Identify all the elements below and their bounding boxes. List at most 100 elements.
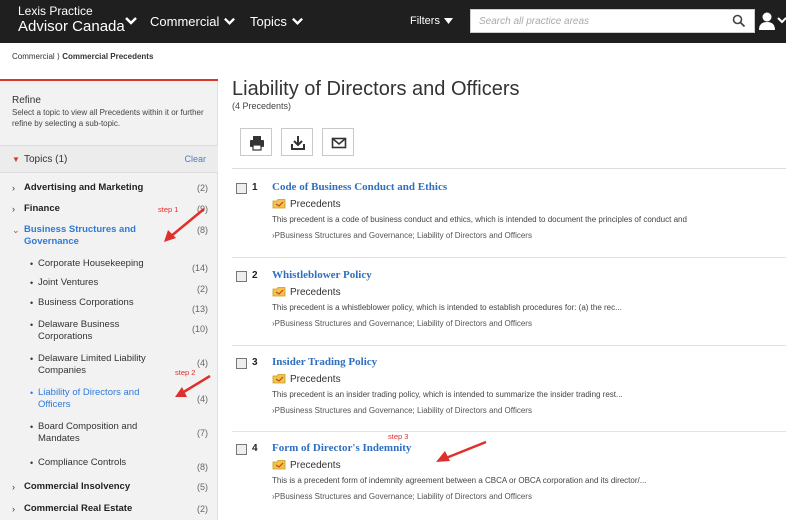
nav-topics-label: Topics [250,14,287,29]
topic-count: (2) [197,504,208,514]
subtopic-count: (8) [197,462,208,472]
step-3-annotation: step 3 [388,432,409,441]
filters-label: Filters [410,15,440,27]
result-type-label: Precedents [290,374,341,385]
precedent-count: (4 Precedents) [232,101,292,111]
result-title-link[interactable]: Whistleblower Policy [272,269,372,281]
result-type: Precedents [272,374,341,385]
brand-line-1: Lexis Practice [18,4,93,18]
search-placeholder: Search all practice areas [479,16,590,27]
nav-topics-menu[interactable]: Topics [250,14,304,29]
nav-commercial-label: Commercial [150,14,220,29]
chevron-right-icon: › [12,183,15,193]
bullet-icon: • [30,278,34,288]
bullet-icon: • [30,259,34,269]
topics-label: Topics (1) [24,154,68,165]
result-type: Precedents [272,460,341,471]
result-checkbox[interactable] [236,444,247,455]
page-title: Liability of Directors and Officers [232,78,520,100]
result-type: Precedents [272,287,341,298]
brand-chevron-down-icon[interactable] [124,14,138,28]
subtopic-label: Delaware Limited Liability Companies [38,353,146,376]
subtopic-count: (2) [197,284,208,294]
result-description: This precedent is an insider trading pol… [272,390,623,399]
result-type-label: Precedents [290,460,341,471]
step-3-arrow-icon [436,440,487,462]
precedent-icon [272,374,286,384]
result-title-link[interactable]: Form of Director's Indemnity [272,442,411,454]
result-checkbox[interactable] [236,271,247,282]
result-type-label: Precedents [290,199,341,210]
refine-description: Select a topic to view all Precedents wi… [12,108,204,128]
brand-logo[interactable]: Lexis Practice Advisor Canada [18,4,125,34]
filters-dropdown[interactable]: Filters [400,9,468,33]
subtopic-count: (14) [191,263,208,273]
topics-header[interactable]: ▼ Topics (1) Clear [0,145,218,173]
refine-title: Refine [12,95,41,106]
print-button[interactable] [240,128,272,156]
subtopic-label: Corporate Housekeeping [38,258,144,269]
result-checkbox[interactable] [236,358,247,369]
step-2-arrow-icon [175,374,211,397]
result-topic-path: ›PBusiness Structures and Governance; Li… [272,319,532,328]
topic-label: Advertising and Marketing [24,182,144,193]
brand-line-2: Advisor Canada [18,18,125,35]
clear-topics-link[interactable]: Clear [184,154,206,164]
nav-commercial-menu[interactable]: Commercial [150,14,236,29]
subtopic-label: Liability of Directors and Officers [38,387,140,410]
refine-sidebar: Refine Select a topic to view all Preced… [0,81,218,520]
download-icon [291,136,305,150]
result-title-link[interactable]: Code of Business Conduct and Ethics [272,181,447,193]
caret-down-icon [443,17,453,24]
breadcrumb-current: Commercial Precedents [62,52,154,61]
precedent-icon [272,287,286,297]
step-1-arrow-icon [164,208,205,242]
print-icon [250,136,264,151]
bullet-icon: • [30,388,34,398]
divider [232,345,786,346]
topic-label: Commercial Real Estate [24,503,133,514]
bullet-icon: • [30,354,34,364]
email-button[interactable] [322,128,354,156]
top-navigation-bar: Lexis Practice Advisor Canada Commercial… [0,0,786,43]
collapse-caret-icon[interactable]: ▼ [12,155,20,164]
topic-count: (2) [197,183,208,193]
breadcrumb-separator: ⟩ [56,52,61,61]
bullet-icon: • [30,422,34,432]
breadcrumb: Commercial ⟩ Commercial Precedents [12,52,153,61]
subtopic-label: Compliance Controls [38,457,127,468]
user-icon[interactable] [758,11,776,31]
divider [232,168,786,169]
subtopic-label: Delaware Business Corporations [38,319,120,342]
bullet-icon: • [30,458,34,468]
chevron-down-icon: ⌄ [12,225,20,235]
result-topic-path: ›PBusiness Structures and Governance; Li… [272,406,532,415]
result-description: This precedent is a whistleblower policy… [272,303,622,312]
result-description: This precedent is a code of business con… [272,215,687,224]
result-title-link[interactable]: Insider Trading Policy [272,356,377,368]
envelope-icon [331,137,347,149]
chevron-right-icon: › [12,204,15,214]
topic-label: Commercial Insolvency [24,481,131,492]
subtopic-count: (10) [191,324,208,334]
subtopic-count: (4) [197,358,208,368]
search-input[interactable]: Search all practice areas [470,9,755,33]
result-checkbox[interactable] [236,183,247,194]
result-topic-path: ›PBusiness Structures and Governance; Li… [272,231,532,240]
chevron-down-icon [291,17,303,25]
result-type-label: Precedents [290,287,341,298]
divider [232,257,786,258]
subtopic-label: Board Composition and Mandates [38,421,138,444]
download-button[interactable] [281,128,313,156]
precedent-icon [272,460,286,470]
subtopic-label: Joint Ventures [38,277,99,288]
breadcrumb-root[interactable]: Commercial [12,52,55,61]
result-number: 1 [252,182,258,193]
chevron-right-icon: › [12,504,15,514]
result-number: 3 [252,357,258,368]
user-chevron-down-icon[interactable] [777,15,786,25]
search-icon[interactable] [732,14,746,28]
subtopic-count: (7) [197,428,208,438]
result-number: 2 [252,270,258,281]
result-topic-path: ›PBusiness Structures and Governance; Li… [272,492,532,501]
